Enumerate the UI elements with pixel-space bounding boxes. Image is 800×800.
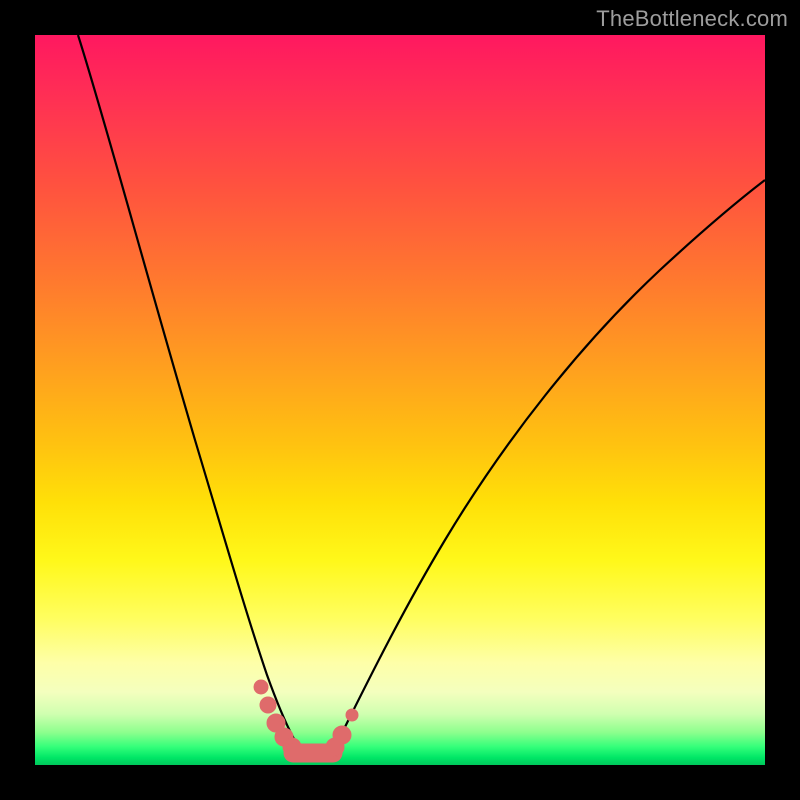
highlight-markers xyxy=(254,680,358,756)
chart-frame: TheBottleneck.com xyxy=(0,0,800,800)
plot-area xyxy=(35,35,765,765)
watermark-label: TheBottleneck.com xyxy=(596,6,788,32)
bottleneck-curve xyxy=(78,35,765,755)
curve-layer xyxy=(35,35,765,765)
